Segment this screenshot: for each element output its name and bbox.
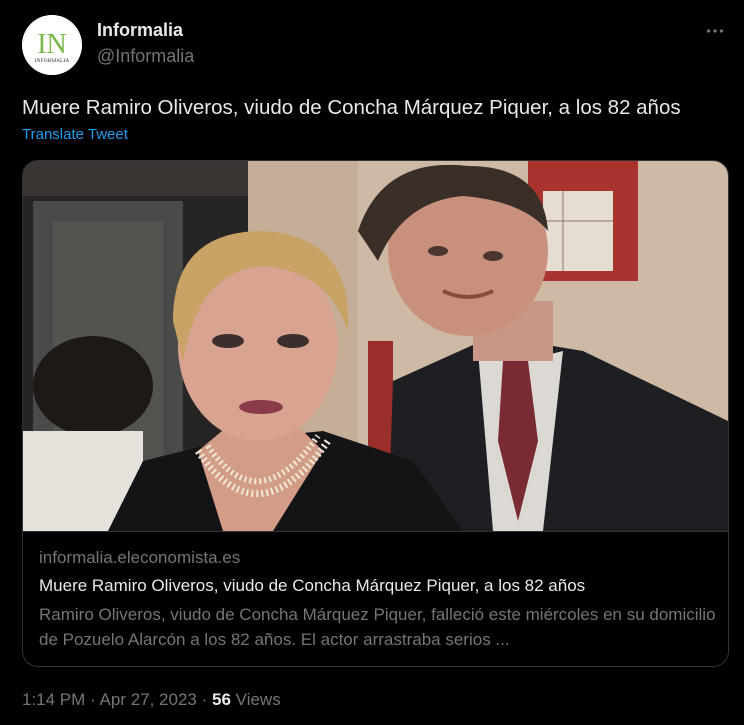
tweet-text: Muere Ramiro Oliveros, viudo de Concha M… xyxy=(22,96,681,119)
avatar[interactable]: IN INFORMALIA xyxy=(22,15,82,75)
card-description: Ramiro Oliveros, viudo de Concha Márquez… xyxy=(39,605,716,649)
meta-separator: · xyxy=(201,690,208,709)
informalia-logo-icon: IN INFORMALIA xyxy=(22,15,82,75)
card-title: Muere Ramiro Oliveros, viudo de Concha M… xyxy=(39,576,586,595)
link-card[interactable]: informalia.eleconomista.es Muere Ramiro … xyxy=(22,160,729,667)
card-image[interactable] xyxy=(23,161,728,531)
author-handle[interactable]: @Informalia xyxy=(97,46,194,67)
more-icon xyxy=(706,29,724,33)
svg-text:IN: IN xyxy=(37,29,67,60)
card-body[interactable]: informalia.eleconomista.es Muere Ramiro … xyxy=(23,531,728,666)
more-button[interactable] xyxy=(700,16,730,46)
views-count: 56 xyxy=(212,690,231,709)
meta-separator: · xyxy=(90,690,96,709)
card-domain: informalia.eleconomista.es xyxy=(39,548,241,567)
news-photo-icon xyxy=(23,161,728,531)
translate-tweet-link[interactable]: Translate Tweet xyxy=(22,126,128,143)
svg-text:INFORMALIA: INFORMALIA xyxy=(35,58,70,64)
tweet-time[interactable]: 1:14 PM xyxy=(22,690,85,709)
tweet-meta: 1:14 PM · Apr 27, 2023 · 56 Views xyxy=(22,690,281,710)
views-label: Views xyxy=(235,690,281,709)
author-name[interactable]: Informalia xyxy=(97,20,183,41)
tweet-date[interactable]: Apr 27, 2023 xyxy=(100,690,197,709)
tweet: IN INFORMALIA Informalia @Informalia Mue… xyxy=(0,0,744,725)
